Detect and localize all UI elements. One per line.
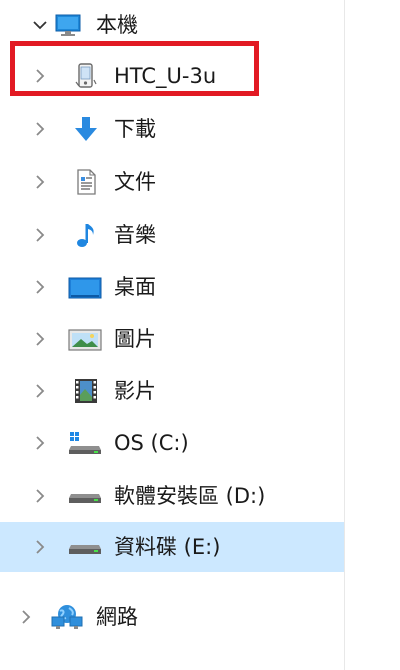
chevron-right-icon[interactable] xyxy=(30,433,50,453)
navigation-pane: 本機 HTC_U-3u 下載 文件 音樂 桌面 圖片 影片 OS (C:) 軟體… xyxy=(0,0,400,670)
chevron-down-icon[interactable] xyxy=(30,15,50,35)
video-film-icon xyxy=(72,377,100,405)
picture-icon xyxy=(68,325,102,353)
tree-item-pictures[interactable]: 圖片 xyxy=(0,321,344,357)
chevron-right-icon[interactable] xyxy=(30,119,50,139)
drive-icon xyxy=(68,482,102,510)
tree-item-label: 桌面 xyxy=(114,275,156,299)
pane-divider xyxy=(344,0,345,670)
tree-item-label: 音樂 xyxy=(114,223,156,247)
chevron-right-icon[interactable] xyxy=(30,172,50,192)
tree-item-drive-d[interactable]: 軟體安裝區 (D:) xyxy=(0,478,344,514)
network-icon xyxy=(50,603,84,631)
tree-item-this-pc[interactable]: 本機 xyxy=(0,7,344,43)
tree-item-videos[interactable]: 影片 xyxy=(0,373,344,409)
tree-item-label: 網路 xyxy=(96,605,138,629)
tree-item-label: 文件 xyxy=(114,170,156,194)
highlight-box xyxy=(10,41,259,96)
chevron-right-icon[interactable] xyxy=(30,225,50,245)
tree-item-label: OS (C:) xyxy=(114,431,189,455)
tree-item-drive-c[interactable]: OS (C:) xyxy=(0,425,344,461)
tree-item-label: 本機 xyxy=(96,13,138,37)
chevron-right-icon[interactable] xyxy=(30,486,50,506)
desktop-icon xyxy=(68,273,102,301)
drive-icon xyxy=(68,533,102,561)
tree-item-network[interactable]: 網路 xyxy=(0,599,344,635)
chevron-right-icon[interactable] xyxy=(16,607,36,627)
tree-item-label: 資料碟 (E:) xyxy=(114,535,221,559)
tree-item-documents[interactable]: 文件 xyxy=(0,164,344,200)
tree-item-label: 影片 xyxy=(114,379,156,403)
tree-item-label: 下載 xyxy=(114,117,156,141)
monitor-icon xyxy=(54,11,82,39)
chevron-right-icon[interactable] xyxy=(30,537,50,557)
chevron-right-icon[interactable] xyxy=(30,329,50,349)
tree-item-label: 圖片 xyxy=(114,327,156,351)
download-arrow-icon xyxy=(72,115,100,143)
tree-item-label: 軟體安裝區 (D:) xyxy=(114,484,266,508)
tree-item-drive-e[interactable]: 資料碟 (E:) xyxy=(0,522,344,572)
tree-item-downloads[interactable]: 下載 xyxy=(0,111,344,147)
tree-item-music[interactable]: 音樂 xyxy=(0,217,344,253)
chevron-right-icon[interactable] xyxy=(30,381,50,401)
windows-drive-icon xyxy=(68,429,102,457)
music-note-icon xyxy=(72,221,100,249)
chevron-right-icon[interactable] xyxy=(30,277,50,297)
tree-item-desktop[interactable]: 桌面 xyxy=(0,269,344,305)
document-icon xyxy=(72,168,100,196)
